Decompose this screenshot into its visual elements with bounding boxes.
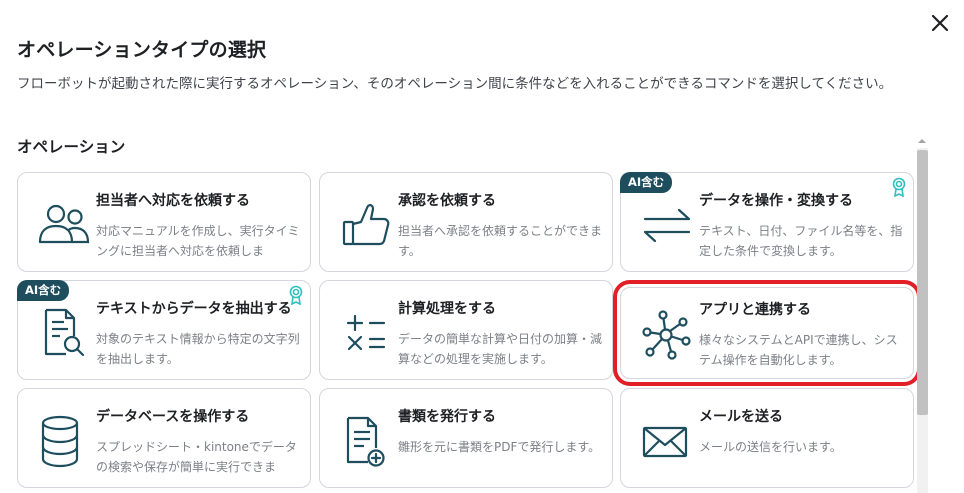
card-title: 計算処理をする [398,301,496,317]
database-icon [36,414,92,468]
close-button[interactable] [929,12,951,34]
card-description: メールの送信を行います。 [699,440,842,454]
card-title: 書類を発行する [398,409,496,425]
mail-icon [639,414,695,468]
scrollbar-thumb[interactable] [917,150,928,415]
card-extract-text[interactable]: AI含む テキストからデータを抽出する 対象のテキスト情報から特定の文字列を抽出… [17,280,311,380]
card-title: メールを送る [699,409,783,425]
card-title: データベースを操作する [96,409,250,425]
card-description: 様々なシステムとAPIで連携し、システム操作を自動化します。 [699,333,898,367]
card-title: アプリと連携する [699,302,811,318]
close-icon [931,14,949,32]
dialog-description: フローボットが起動された際に実行するオペレーション、そのオペレーション間に条件な… [17,76,893,92]
card-request-assignee[interactable]: 担当者へ対応を依頼する 対応マニュアルを作成し、実行タイミングに担当者へ対応を依… [17,172,311,272]
ai-badge: AI含む [620,172,673,193]
card-description: 雛形を元に書類をPDFで発行します。 [398,440,601,454]
users-icon [36,198,92,252]
scroll-up-arrow[interactable] [915,132,929,144]
card-request-approval[interactable]: 承認を依頼する 担当者へ承認を依頼することができます。 [319,172,613,272]
card-description: 対応マニュアルを作成し、実行タイミングに担当者へ対応を依頼しま [96,224,300,258]
card-transform-data[interactable]: AI含む データを操作・変換する テキスト、日付、ファイル名等を、指定した条件で… [620,172,914,272]
card-description: スプレッドシート・kintoneでデータの検索や保存が簡単に実行できま [96,440,297,474]
award-icon [891,177,907,197]
thumbs-up-icon [338,198,394,252]
card-app-integration[interactable]: アプリと連携する 様々なシステムとAPIで連携し、システム操作を自動化します。 [613,280,921,386]
card-title: 担当者へ対応を依頼する [96,193,250,209]
calculator-icon [338,306,394,360]
card-description: データの簡単な計算や日付の加算・減算などの処理を実施します。 [398,332,603,366]
ai-badge: AI含む [17,280,70,301]
document-search-icon [36,306,92,360]
document-add-icon [338,414,394,468]
dialog-title: オペレーションタイプの選択 [17,39,267,61]
section-title: オペレーション [17,138,126,156]
card-description: 担当者へ承認を依頼することができます。 [398,224,603,258]
card-issue-document[interactable]: 書類を発行する 雛形を元に書類をPDFで発行します。 [319,388,613,488]
card-database[interactable]: データベースを操作する スプレッドシート・kintoneでデータの検索や保存が簡… [17,388,311,488]
card-send-mail[interactable]: メールを送る メールの送信を行います。 [620,388,914,488]
convert-arrows-icon [639,198,695,252]
card-description: テキスト、日付、ファイル名等を、指定した条件で変換します。 [699,224,903,258]
card-title: テキストからデータを抽出する [96,301,292,317]
card-calculate[interactable]: 計算処理をする データの簡単な計算や日付の加算・減算などの処理を実施します。 [319,280,613,380]
card-title: 承認を依頼する [398,193,496,209]
network-hub-icon [639,308,695,362]
card-description: 対象のテキスト情報から特定の文字列を抽出します。 [96,332,300,366]
card-title: データを操作・変換する [699,193,853,209]
